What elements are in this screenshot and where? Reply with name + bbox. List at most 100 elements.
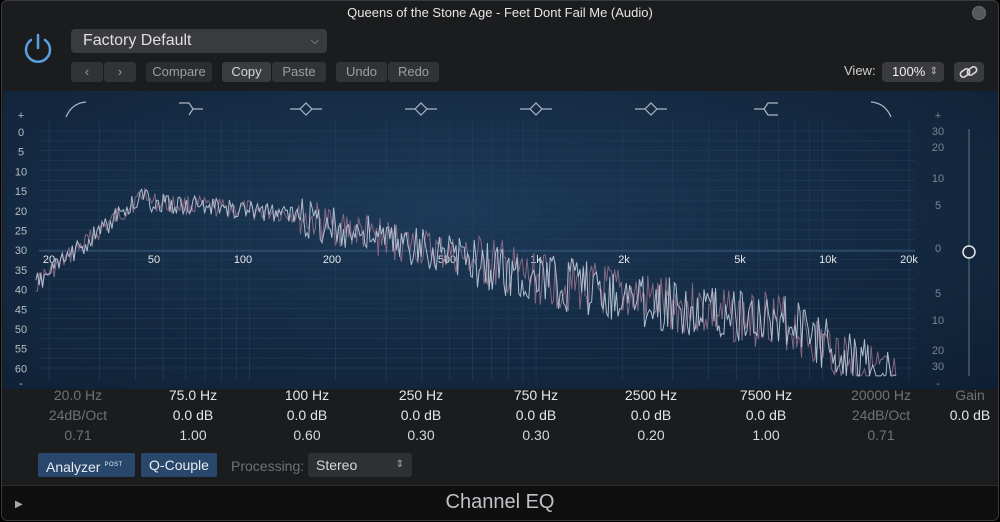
band-2-params[interactable]: 75.0 Hz 0.0 dB 1.00 [143, 385, 243, 445]
right-scale-tick: 0 [935, 243, 941, 255]
bell-icon[interactable] [520, 102, 552, 116]
frequency-tick: 10k [819, 254, 837, 266]
gain-slider-knob[interactable] [962, 245, 976, 259]
band-gain[interactable]: 0.0 dB [143, 405, 243, 425]
left-scale-tick: 50 [15, 324, 27, 336]
left-scale-tick: 45 [15, 304, 27, 316]
gain-parameter[interactable]: Gain 0.0 dB [942, 385, 998, 425]
link-button[interactable] [954, 62, 984, 82]
band-gain[interactable]: 24dB/Oct [28, 405, 128, 425]
next-preset-button[interactable]: › [104, 62, 136, 82]
band-frequency[interactable]: 100 Hz [257, 385, 357, 405]
bell-icon[interactable] [290, 102, 322, 116]
band-q[interactable]: 0.30 [371, 425, 471, 445]
band-4-params[interactable]: 250 Hz 0.0 dB 0.30 [371, 385, 471, 445]
previous-preset-button[interactable]: ‹ [71, 62, 103, 82]
processing-value: Stereo [316, 457, 358, 473]
plugin-footer: ▶ Channel EQ [2, 485, 998, 520]
band-q[interactable]: 0.71 [28, 425, 128, 445]
paste-button[interactable]: Paste [272, 62, 326, 82]
band-7-params[interactable]: 7500 Hz 0.0 dB 1.00 [716, 385, 816, 445]
frequency-tick: 2k [618, 254, 630, 266]
stepper-icon: ⇕ [929, 66, 938, 77]
right-scale-plus: + [935, 110, 941, 122]
spectrum-line [35, 187, 897, 378]
left-scale-tick: 15 [15, 186, 27, 198]
plugin-name: Channel EQ [445, 491, 555, 513]
frequency-tick: 50 [148, 254, 160, 266]
left-scale-tick: 5 [18, 147, 24, 159]
right-scale-tick: 5 [935, 200, 941, 212]
band-q[interactable]: 0.60 [257, 425, 357, 445]
bell-icon[interactable] [405, 102, 437, 116]
frequency-tick: 5k [734, 254, 746, 266]
band-type-icons [65, 101, 892, 118]
bell-icon[interactable] [635, 102, 667, 116]
band-3-params[interactable]: 100 Hz 0.0 dB 0.60 [257, 385, 357, 445]
band-frequency[interactable]: 7500 Hz [716, 385, 816, 405]
power-button[interactable] [20, 31, 56, 67]
band-frequency[interactable]: 250 Hz [371, 385, 471, 405]
band-q[interactable]: 1.00 [143, 425, 243, 445]
low-cut-icon[interactable] [65, 101, 87, 118]
band-1-params[interactable]: 20.0 Hz 24dB/Oct 0.71 [28, 385, 128, 445]
redo-button[interactable]: Redo [388, 62, 439, 82]
left-scale-tick: 60 [15, 363, 27, 375]
band-frequency[interactable]: 20.0 Hz [28, 385, 128, 405]
left-scale-tick: 10 [15, 166, 27, 178]
right-scale-tick: 10 [932, 315, 944, 327]
left-db-scale: +051015202530354045505560- [15, 110, 27, 389]
band-gain[interactable]: 0.0 dB [371, 405, 471, 425]
link-icon [959, 66, 978, 78]
copy-button[interactable]: Copy [222, 62, 271, 82]
band-gain[interactable]: 0.0 dB [486, 405, 586, 425]
left-scale-plus: + [18, 110, 24, 122]
band-frequency[interactable]: 75.0 Hz [143, 385, 243, 405]
band-q[interactable]: 0.30 [486, 425, 586, 445]
band-5-params[interactable]: 750 Hz 0.0 dB 0.30 [486, 385, 586, 445]
eq-graph-svg: +051015202530354045505560- +302010505102… [15, 101, 976, 389]
view-zoom-select[interactable]: 100% ⇕ [882, 62, 944, 82]
band-6-params[interactable]: 2500 Hz 0.0 dB 0.20 [601, 385, 701, 445]
eq-graph[interactable]: +0 5 10 15 20 25 30 35 40 45 50 55 60- +30 20 10 5 0 5 10 2… [3, 91, 998, 389]
band-q[interactable]: 1.00 [716, 425, 816, 445]
processing-label: Processing: [231, 458, 305, 474]
plugin-window: Queens of the Stone Age - Feet Dont Fail… [1, 0, 999, 521]
undo-button[interactable]: Undo [336, 62, 387, 82]
gain-slider[interactable] [962, 129, 976, 376]
band-gain[interactable]: 0.0 dB [257, 405, 357, 425]
compare-button[interactable]: Compare [146, 62, 212, 82]
band-8-params[interactable]: 20000 Hz 24dB/Oct 0.71 [831, 385, 931, 445]
analyzer-label: Analyzer [46, 459, 101, 475]
analyzer-spectrum [35, 187, 897, 378]
view-label: View: [844, 63, 876, 78]
band-q[interactable]: 0.20 [601, 425, 701, 445]
right-db-scale: +302010505102030- [932, 110, 944, 389]
band-q[interactable]: 0.71 [831, 425, 931, 445]
analyzer-button[interactable]: Analyzer POST [38, 453, 135, 477]
band-frequency[interactable]: 750 Hz [486, 385, 586, 405]
left-scale-tick: 30 [15, 245, 27, 257]
preset-menu[interactable]: Factory Default ⌵ [71, 29, 327, 53]
band-frequency[interactable]: 2500 Hz [601, 385, 701, 405]
chevron-down-icon: ⌵ [310, 35, 319, 47]
gain-value: 0.0 dB [949, 407, 991, 423]
high-cut-icon[interactable] [870, 101, 892, 118]
processing-select[interactable]: Stereo ⇕ [308, 453, 412, 477]
low-shelf-icon[interactable] [179, 102, 203, 116]
band-gain[interactable]: 0.0 dB [601, 405, 701, 425]
band-frequency[interactable]: 20000 Hz [831, 385, 931, 405]
right-scale-tick: 20 [932, 345, 944, 357]
preset-name: Factory Default [83, 32, 192, 49]
band-gain[interactable]: 24dB/Oct [831, 405, 931, 425]
band-gain[interactable]: 0.0 dB [716, 405, 816, 425]
stepper-icon: ⇕ [395, 459, 404, 470]
right-scale-tick: 20 [932, 142, 944, 154]
high-shelf-icon[interactable] [754, 102, 778, 116]
q-couple-button[interactable]: Q-Couple [141, 453, 217, 477]
window-title: Queens of the Stone Age - Feet Dont Fail… [347, 5, 653, 20]
left-scale-tick: 35 [15, 265, 27, 277]
frequency-tick: 100 [234, 254, 252, 266]
right-scale-tick: 30 [932, 361, 944, 373]
window-close-button[interactable] [972, 6, 986, 20]
